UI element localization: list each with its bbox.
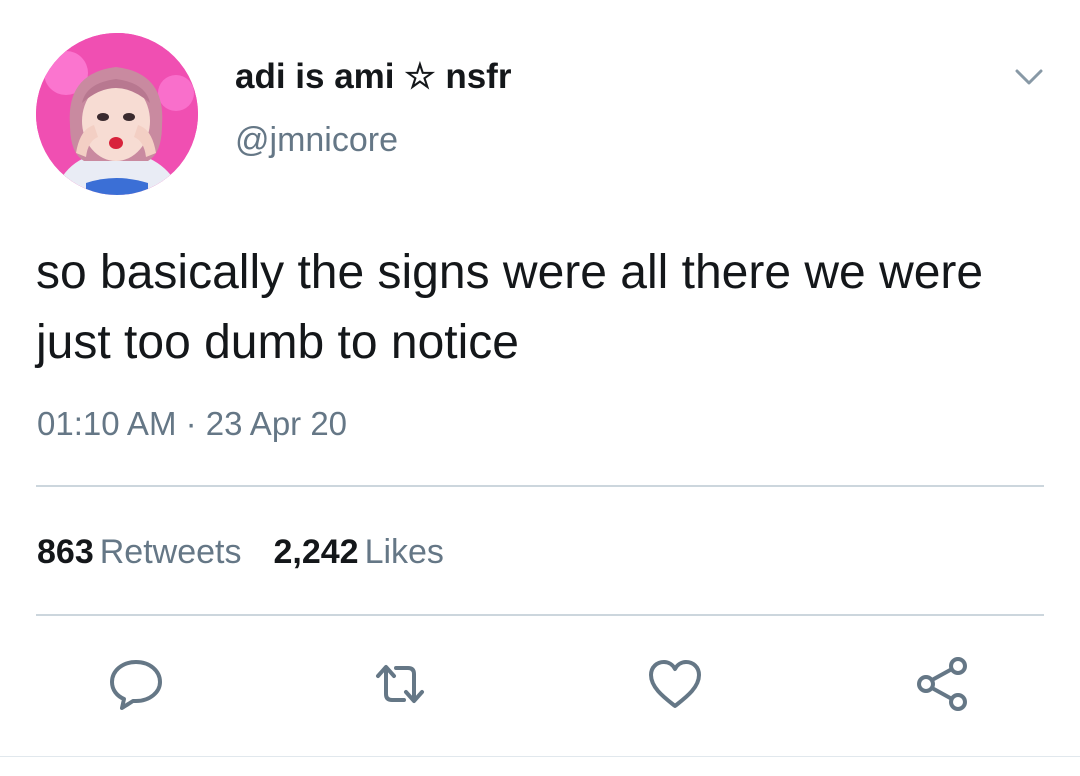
reply-icon[interactable] — [106, 654, 166, 714]
divider — [0, 756, 1080, 757]
likes-stat[interactable]: 2,242 Likes — [273, 531, 443, 573]
tweet-stats: 863 Retweets 2,242 Likes — [37, 531, 476, 573]
divider — [36, 614, 1044, 616]
retweets-stat[interactable]: 863 Retweets — [37, 531, 241, 573]
user-handle[interactable]: @jmnicore — [235, 120, 398, 160]
display-name[interactable]: adi is ami ☆ nsfr — [235, 56, 511, 98]
share-icon[interactable] — [912, 654, 972, 714]
heart-icon[interactable] — [645, 654, 705, 714]
retweet-icon[interactable] — [370, 654, 430, 714]
divider — [36, 485, 1044, 487]
avatar-image — [36, 33, 198, 195]
retweets-label: Retweets — [99, 533, 242, 571]
chevron-down-icon[interactable] — [1011, 62, 1047, 92]
tweet-timestamp[interactable]: 01:10 AM · 23 Apr 20 — [37, 404, 347, 444]
retweets-count: 863 — [37, 533, 94, 571]
avatar[interactable] — [36, 33, 198, 195]
likes-label: Likes — [364, 533, 444, 571]
tweet-text: so basically the signs were all there we… — [36, 246, 984, 369]
likes-count: 2,242 — [273, 533, 359, 571]
